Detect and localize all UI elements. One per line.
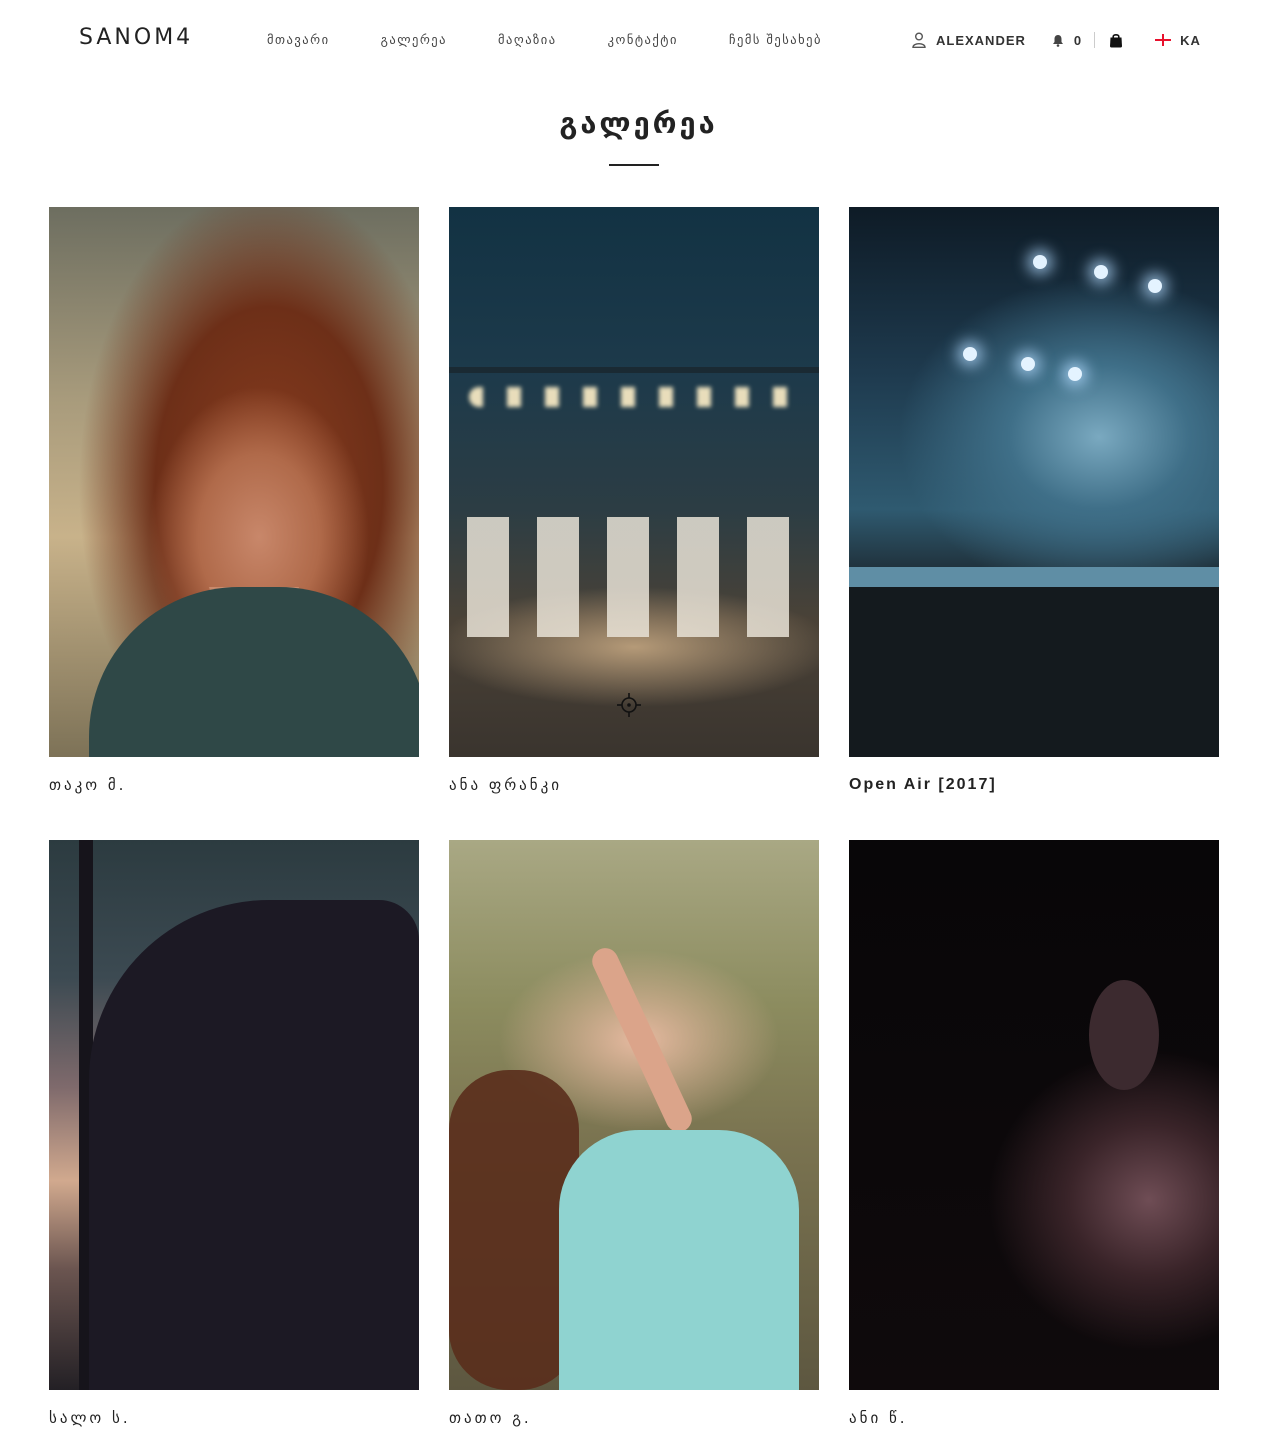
title-underline: [609, 164, 659, 166]
gallery-photo[interactable]: [849, 207, 1219, 757]
gallery-caption[interactable]: Open Air [2017]: [849, 776, 997, 794]
gallery-photo[interactable]: [49, 840, 419, 1390]
notification-count: 0: [1073, 32, 1082, 48]
user-name: ALEXANDER: [936, 32, 1026, 48]
notifications[interactable]: 0: [1052, 33, 1081, 48]
georgia-flag-icon: [1155, 34, 1172, 46]
gallery-photo[interactable]: [449, 840, 819, 1390]
language-switcher[interactable]: KA: [1155, 33, 1201, 48]
main-nav: მთავარი გალერეა მაღაზია კონტაქტი ჩემს შე…: [267, 32, 873, 47]
language-code: KA: [1180, 32, 1201, 48]
gallery-item[interactable]: ანა ფრანკი: [449, 207, 819, 794]
gallery-photo[interactable]: [849, 840, 1219, 1390]
gallery-caption[interactable]: თათო გ.: [449, 1409, 532, 1427]
gallery-caption[interactable]: ანი წ.: [849, 1409, 908, 1427]
shopping-bag-icon: [1110, 33, 1123, 47]
page-title: გალერეა: [559, 106, 718, 140]
gallery-caption[interactable]: თაკო მ.: [49, 776, 126, 794]
header-actions: ALEXANDER 0 KA: [912, 30, 1201, 50]
gallery-item[interactable]: სალო ს.: [49, 840, 419, 1427]
nav-about[interactable]: ჩემს შესახებ: [729, 32, 822, 47]
gallery-item[interactable]: თათო გ.: [449, 840, 819, 1427]
crosshair-icon: [617, 693, 641, 717]
header-divider: [1094, 32, 1096, 48]
gallery-caption[interactable]: ანა ფრანკი: [449, 776, 562, 794]
gallery-photo[interactable]: [49, 207, 419, 757]
gallery-item[interactable]: ანი წ.: [849, 840, 1219, 1427]
gallery-photo[interactable]: [449, 207, 819, 757]
user-icon: [912, 32, 926, 48]
site-header: SANOM4 მთავარი გალერეა მაღაზია კონტაქტი …: [0, 0, 1277, 80]
nav-gallery[interactable]: გალერეა: [381, 32, 447, 47]
nav-home[interactable]: მთავარი: [267, 32, 330, 47]
nav-shop[interactable]: მაღაზია: [498, 32, 557, 47]
cart-button[interactable]: [1109, 33, 1123, 48]
site-logo[interactable]: SANOM4: [79, 25, 193, 50]
user-menu[interactable]: ALEXANDER: [912, 32, 1026, 48]
gallery-caption[interactable]: სალო ს.: [49, 1409, 131, 1427]
gallery-item[interactable]: თაკო მ.: [49, 207, 419, 794]
bell-icon: [1052, 34, 1063, 47]
gallery-item[interactable]: Open Air [2017]: [849, 207, 1219, 793]
nav-contact[interactable]: კონტაქტი: [608, 32, 678, 47]
